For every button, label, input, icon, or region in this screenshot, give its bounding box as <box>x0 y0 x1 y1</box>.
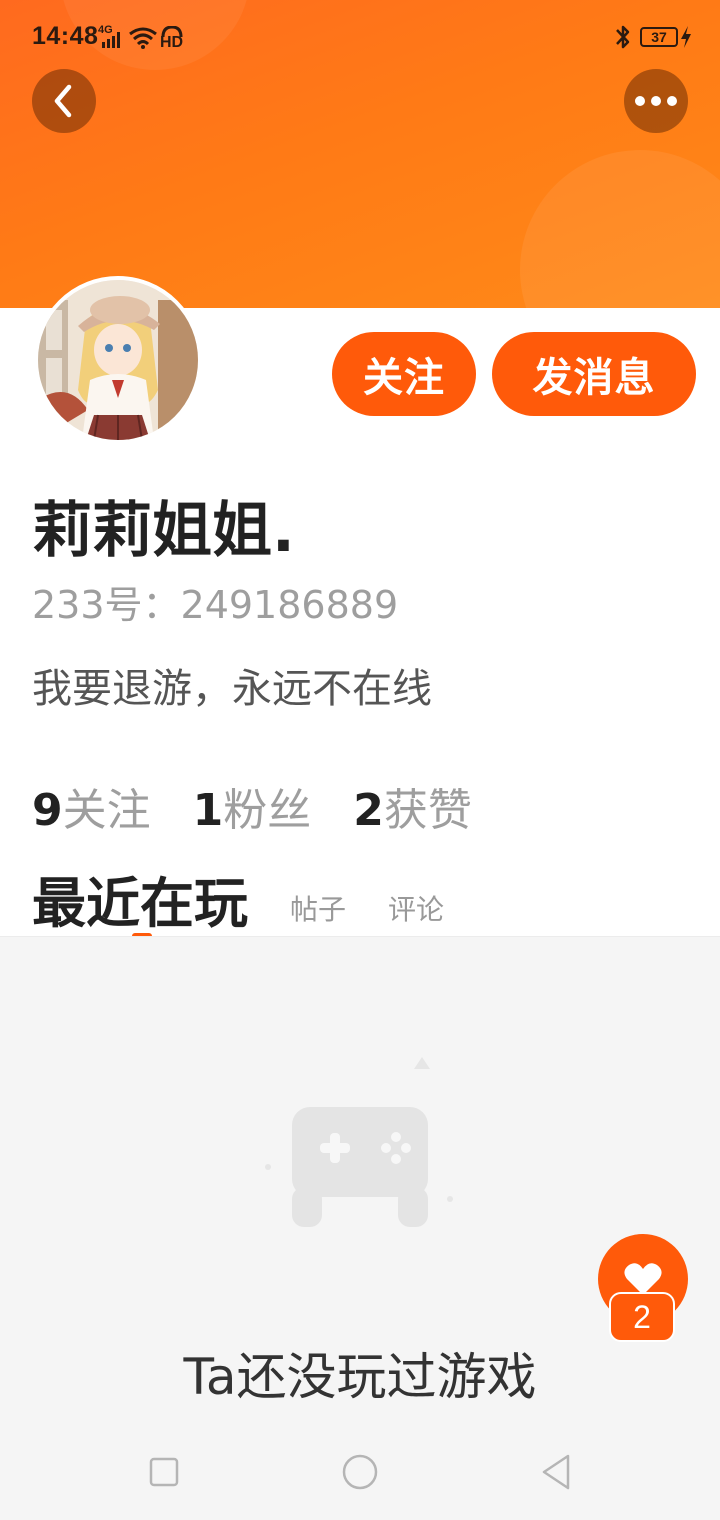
tab-recent-games-label: 最近在玩 <box>32 872 248 935</box>
stat-followers[interactable]: 1 粉丝 <box>193 774 312 838</box>
triangle-back-icon <box>542 1454 570 1490</box>
stat-followers-label: 粉丝 <box>223 785 312 836</box>
tab-recent-games[interactable]: 最近在玩 <box>32 859 248 939</box>
send-message-button[interactable]: 发消息 <box>492 332 696 416</box>
avatar-image <box>38 280 198 440</box>
tab-posts[interactable]: 帖子 <box>290 888 346 938</box>
more-options-button[interactable] <box>624 69 688 133</box>
chevron-left-icon <box>54 84 72 118</box>
avatar[interactable] <box>34 276 202 444</box>
bluetooth-icon <box>616 25 630 49</box>
stat-likes-count: 2 <box>353 785 384 836</box>
stat-following-count: 9 <box>32 785 63 836</box>
battery-indicator: 37 <box>640 27 678 47</box>
gamepad-icon <box>265 1057 453 1227</box>
nav-home-button[interactable] <box>338 1450 382 1494</box>
wifi-icon <box>129 27 157 49</box>
stat-following-label: 关注 <box>62 785 151 836</box>
more-dots-icon <box>635 96 677 106</box>
circle-icon <box>342 1454 378 1490</box>
like-count-badge: 2 <box>609 1292 675 1342</box>
stat-likes[interactable]: 2 获赞 <box>353 774 472 838</box>
system-nav-bar <box>0 1424 720 1520</box>
profile-stats: 9 关注 1 粉丝 2 获赞 <box>32 774 514 838</box>
stat-likes-label: 获赞 <box>383 785 472 836</box>
nav-back-button[interactable] <box>534 1450 578 1494</box>
tab-comments[interactable]: 评论 <box>388 888 444 938</box>
stat-followers-count: 1 <box>192 785 224 836</box>
empty-state-text: Ta还没玩过游戏 <box>183 1348 537 1406</box>
tab-content: Ta还没玩过游戏 <box>0 936 720 1424</box>
status-time: 14:48 <box>32 22 99 50</box>
profile-tabs: 最近在玩 帖子 评论 <box>32 858 444 939</box>
profile-name: 莉莉姐姐. <box>32 496 295 566</box>
square-icon <box>149 1457 179 1487</box>
follow-button[interactable]: 关注 <box>332 332 476 416</box>
signal-icon <box>102 32 120 48</box>
status-bar: 14:48 4G HD 37 <box>0 0 720 72</box>
banner-decoration <box>520 150 720 308</box>
profile-id: 233号：249186889 <box>32 583 399 627</box>
hd-label: HD <box>160 34 184 51</box>
back-button[interactable] <box>32 69 96 133</box>
charging-icon <box>681 26 691 48</box>
stat-following[interactable]: 9 关注 <box>32 774 151 838</box>
profile-bio: 我要退游，永远不在线 <box>32 666 432 712</box>
nav-recents-button[interactable] <box>142 1450 186 1494</box>
